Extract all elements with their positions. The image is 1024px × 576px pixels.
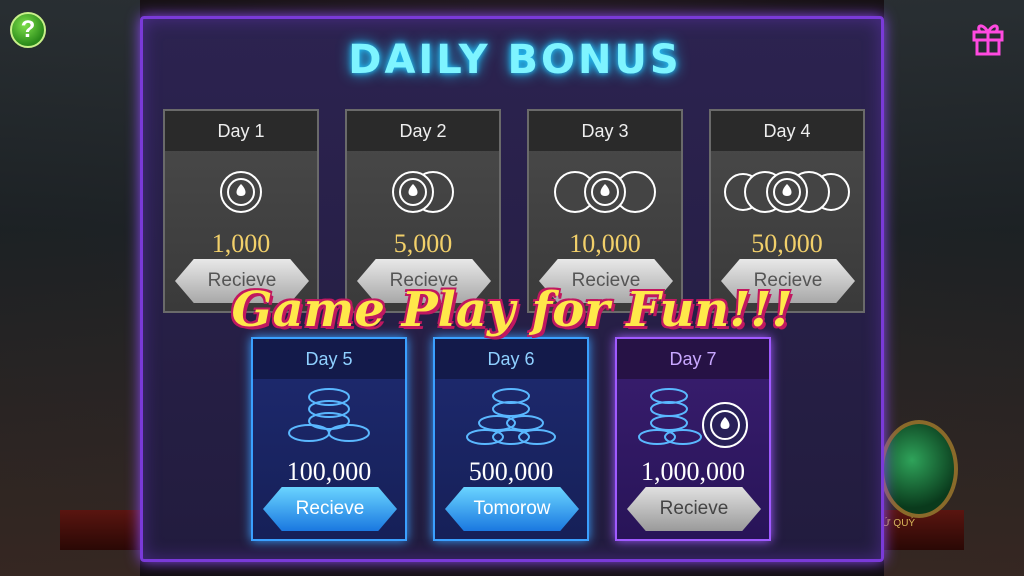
day-label: Day 1 xyxy=(165,111,317,151)
day-label: Day 4 xyxy=(711,111,863,151)
receive-button[interactable]: Recieve xyxy=(627,487,761,531)
bonus-amount: 5,000 xyxy=(393,229,453,258)
help-button[interactable]: ? xyxy=(10,12,46,48)
bonus-amount: 1,000 xyxy=(211,229,271,258)
bonus-amount: 10,000 xyxy=(569,229,641,258)
tomorrow-button[interactable]: Tomorow xyxy=(445,487,579,531)
chip-pile-large-icon xyxy=(638,388,748,448)
day-card-7: Day 7 1,000,000 Recieve xyxy=(615,337,771,541)
day-label: Day 5 xyxy=(253,339,405,379)
single-chip-icon xyxy=(220,171,262,213)
chip-stack-icon xyxy=(288,388,370,442)
quad-chip-icon xyxy=(724,171,850,213)
day-card-5: Day 5 100,000 Recieve xyxy=(251,337,407,541)
bonus-amount: 100,000 xyxy=(286,457,372,486)
receive-button[interactable]: Recieve xyxy=(263,487,397,531)
panel-title: DAILY BONUS xyxy=(348,37,682,83)
bonus-amount: 50,000 xyxy=(751,229,823,258)
triple-chip-icon xyxy=(554,171,656,213)
bonus-amount: 500,000 xyxy=(468,457,554,486)
day-label: Day 3 xyxy=(529,111,681,151)
day-label: Day 2 xyxy=(347,111,499,151)
chip-pile-icon xyxy=(466,388,556,445)
day-label: Day 6 xyxy=(435,339,587,379)
background-green-orb xyxy=(880,420,958,518)
day-card-6: Day 6 500,000 Tomorow xyxy=(433,337,589,541)
promo-overlay-text: Game Play for Fun!!! xyxy=(231,282,793,338)
day-label: Day 7 xyxy=(617,339,769,379)
bonus-amount: 1,000,000 xyxy=(641,457,745,486)
gift-icon[interactable] xyxy=(968,18,1008,58)
double-chip-icon xyxy=(392,171,454,213)
